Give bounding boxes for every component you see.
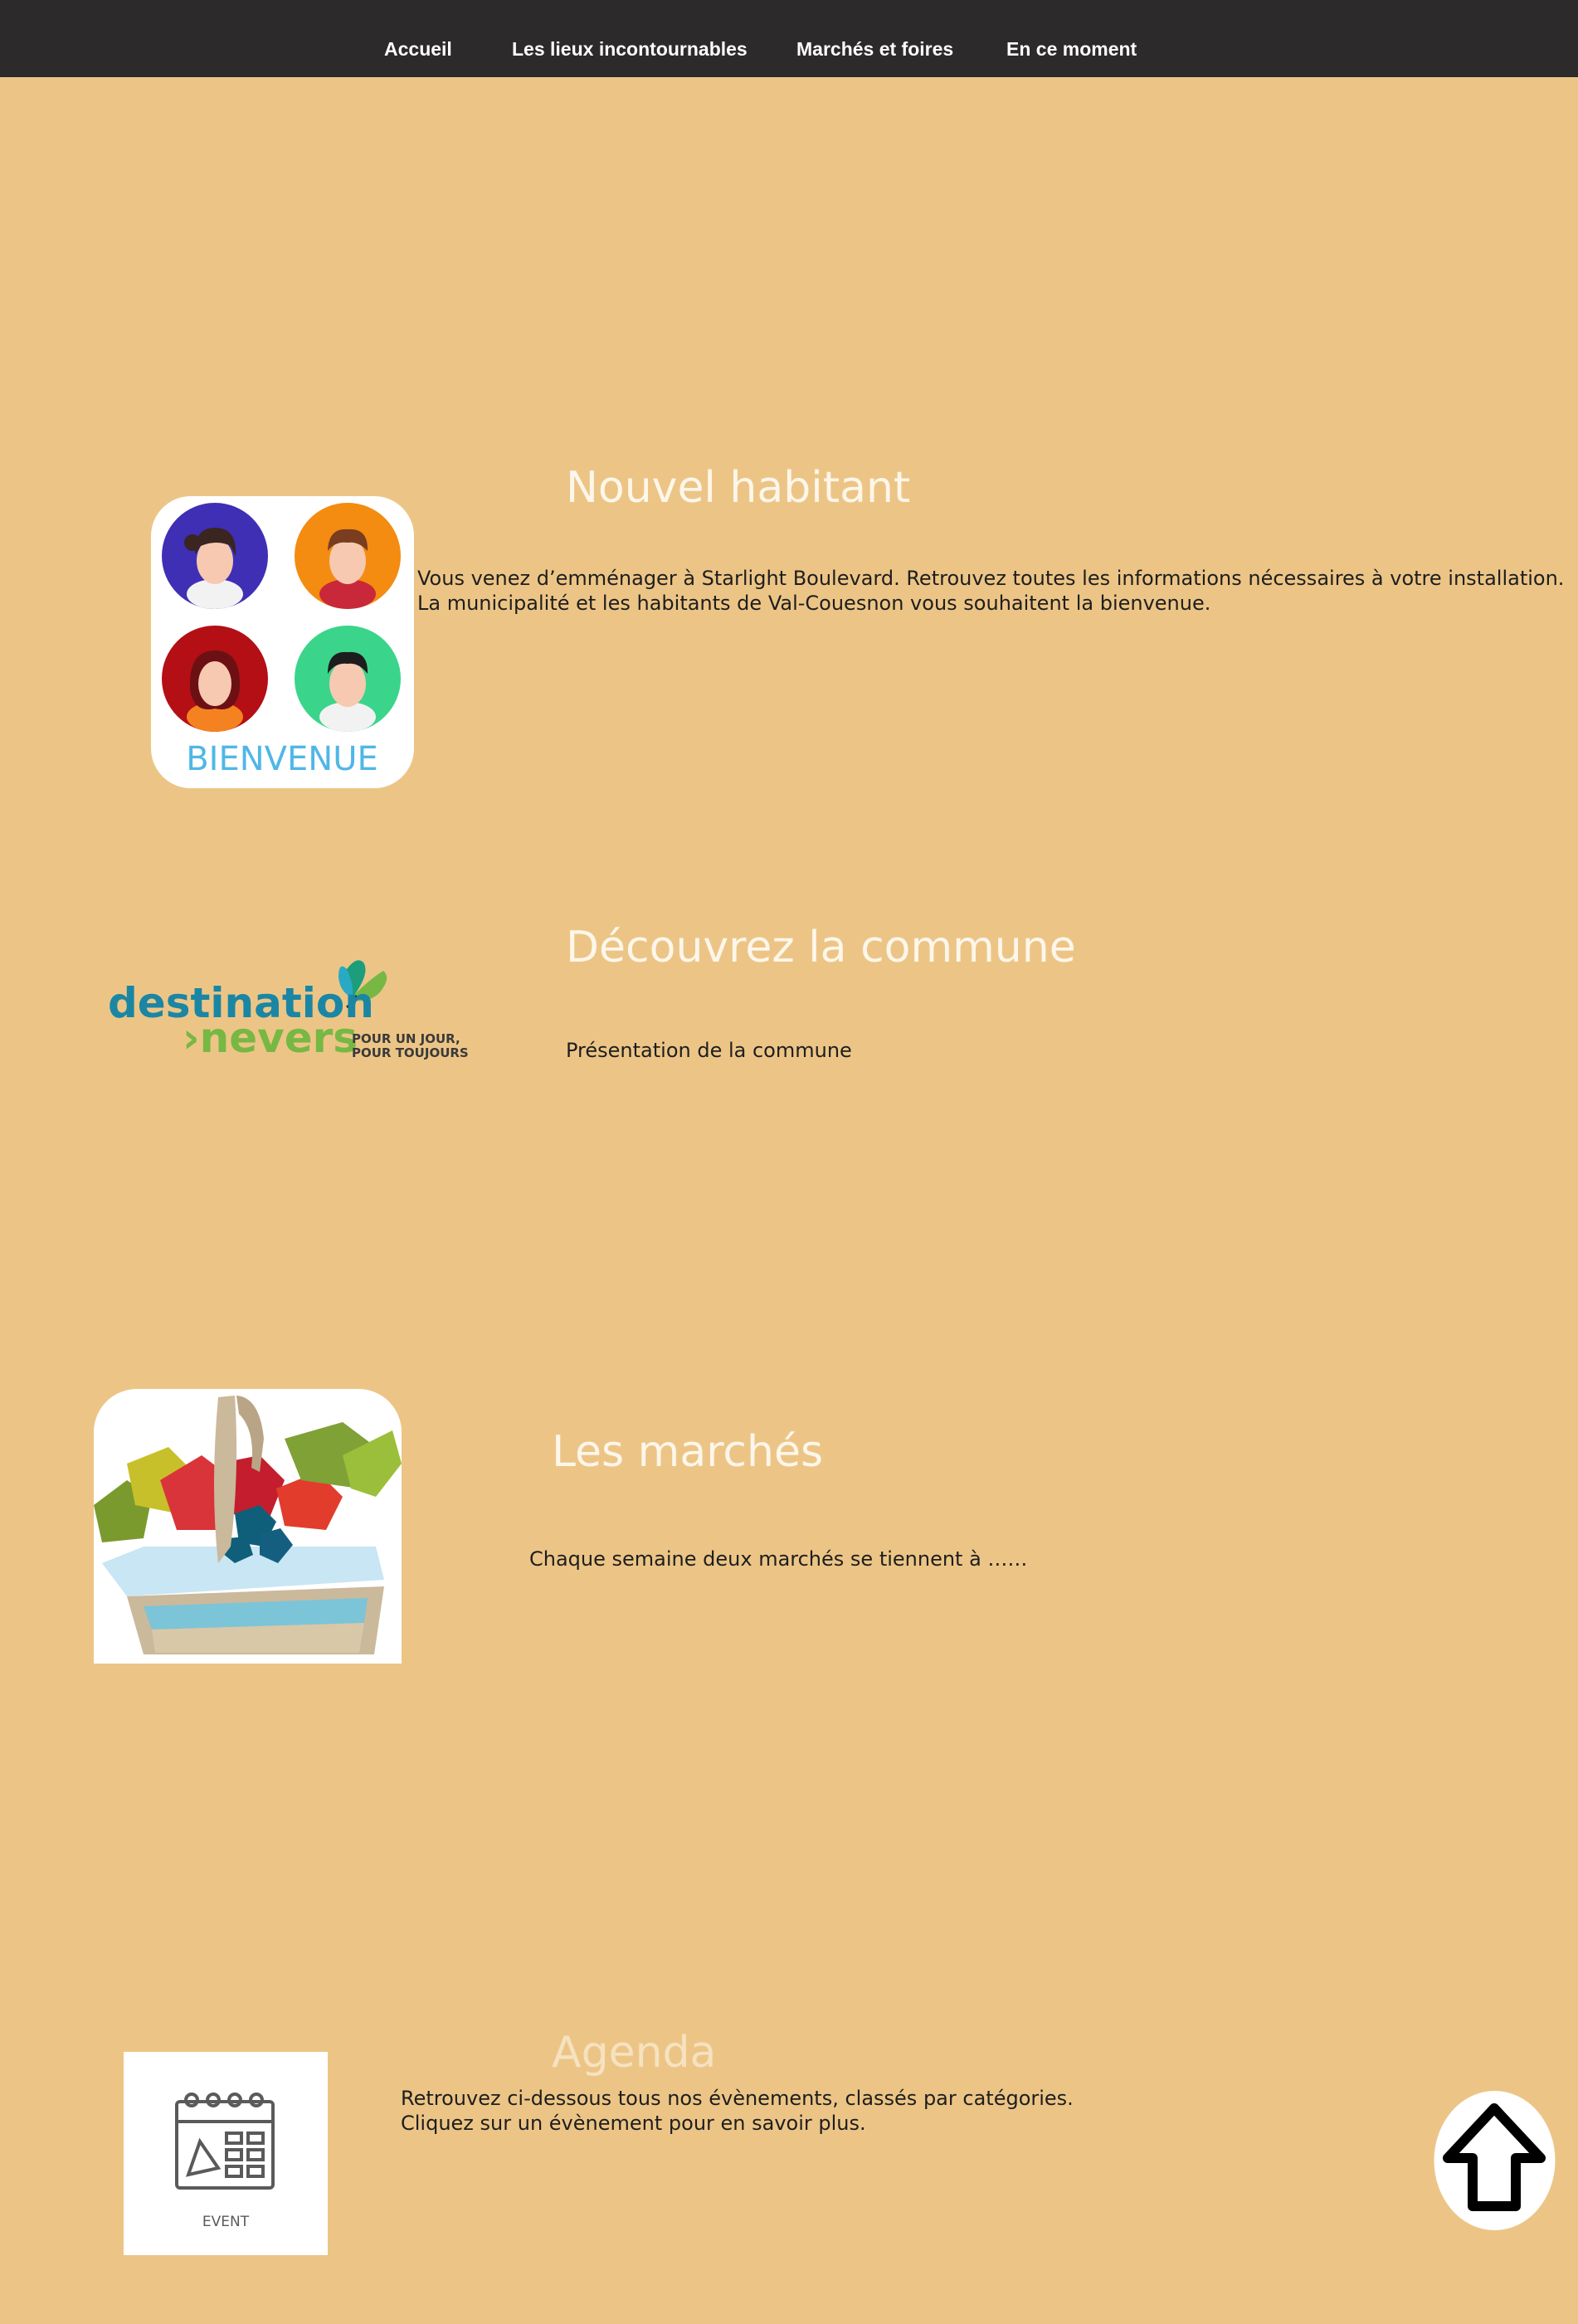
agenda-text-line-2: Cliquez sur un évènement pour en savoir …	[401, 2112, 866, 2135]
nav-accueil[interactable]: Accueil	[384, 38, 452, 61]
nouvel-habitant-line-2: La municipalité et les habitants de Val-…	[417, 592, 1211, 615]
bienvenue-caption: BIENVENUE	[186, 740, 378, 778]
bienvenue-image: BIENVENUE	[151, 496, 414, 788]
nav-lieux-incontournables[interactable]: Les lieux incontournables	[512, 38, 748, 61]
logo-tagline-2: POUR TOUJOURS	[352, 1045, 469, 1060]
agenda-text-line-1: Retrouvez ci-dessous tous nos évènements…	[401, 2087, 1074, 2110]
logo-tagline-1: POUR UN JOUR,	[352, 1031, 460, 1046]
section-title-agenda: Agenda	[552, 2028, 717, 2078]
section-title-commune: Découvrez la commune	[566, 923, 1076, 972]
marches-text-line: Chaque semaine deux marchés se tiennent …	[529, 1547, 1028, 1571]
logo-word-nevers: ›nevers	[183, 1014, 358, 1062]
scroll-to-top-button[interactable]	[1433, 2090, 1556, 2231]
section-title-marches: Les marchés	[552, 1427, 824, 1477]
destination-nevers-logo: destination ›nevers POUR UN JOUR, POUR T…	[106, 954, 471, 1066]
nouvel-habitant-text: Vous venez d’emménager à Starlight Boule…	[417, 566, 1564, 616]
agenda-text: Retrouvez ci-dessous tous nos évènements…	[401, 2086, 1074, 2136]
top-nav: Accueil Les lieux incontournables Marché…	[0, 0, 1578, 77]
marches-text: Chaque semaine deux marchés se tiennent …	[529, 1547, 1027, 1571]
nav-marches-et-foires[interactable]: Marchés et foires	[796, 38, 953, 61]
commune-text: Présentation de la commune	[566, 1038, 852, 1063]
marches-basket-image	[94, 1389, 402, 1664]
event-image: EVENT	[124, 2052, 328, 2255]
nav-en-ce-moment[interactable]: En ce moment	[1006, 38, 1137, 61]
arrow-up-icon	[1434, 2091, 1556, 2230]
nouvel-habitant-line-1: Vous venez d’emménager à Starlight Boule…	[417, 567, 1565, 590]
section-title-nouvel-habitant: Nouvel habitant	[566, 463, 911, 513]
event-caption: EVENT	[202, 2214, 250, 2230]
commune-text-line: Présentation de la commune	[566, 1039, 852, 1062]
